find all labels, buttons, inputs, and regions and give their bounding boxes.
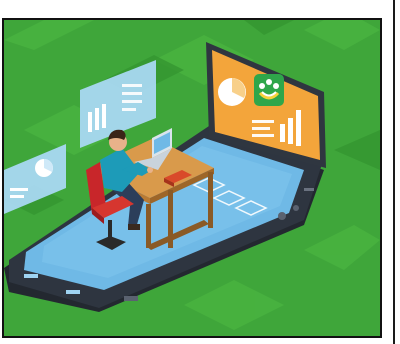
illustration-frame	[2, 18, 382, 338]
pie-chart-icon	[218, 78, 246, 106]
page-border-line	[393, 0, 395, 344]
app-logo-icon	[254, 74, 284, 106]
